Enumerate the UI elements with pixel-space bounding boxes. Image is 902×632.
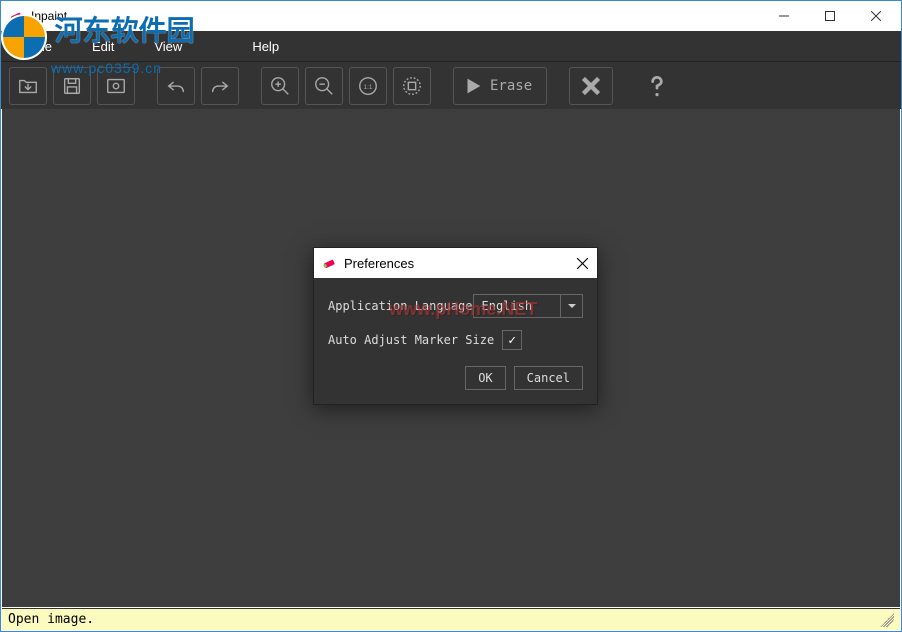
zoom-out-button[interactable] bbox=[305, 67, 343, 105]
help-button[interactable] bbox=[635, 67, 679, 105]
dialog-icon bbox=[322, 255, 338, 271]
cancel-button[interactable]: Cancel bbox=[514, 366, 583, 390]
minimize-button[interactable] bbox=[761, 1, 807, 31]
preferences-dialog: Preferences Application Language English… bbox=[313, 247, 598, 405]
close-button[interactable] bbox=[853, 1, 899, 31]
undo-button[interactable] bbox=[157, 67, 195, 105]
save-button[interactable] bbox=[53, 67, 91, 105]
redo-button[interactable] bbox=[201, 67, 239, 105]
language-value: English bbox=[474, 299, 561, 313]
preview-button[interactable] bbox=[97, 67, 135, 105]
maximize-button[interactable] bbox=[807, 1, 853, 31]
menu-bar: File Edit View Help bbox=[1, 31, 901, 61]
dialog-title: Preferences bbox=[344, 256, 414, 271]
auto-adjust-checkbox[interactable] bbox=[502, 330, 522, 350]
erase-button[interactable]: Erase bbox=[453, 67, 547, 105]
status-bar: Open image. bbox=[2, 608, 900, 630]
zoom-actual-button[interactable]: 1:1 bbox=[349, 67, 387, 105]
language-label: Application Language bbox=[328, 299, 473, 313]
resize-grip-icon[interactable] bbox=[880, 613, 894, 627]
chevron-down-icon bbox=[560, 295, 582, 317]
open-button[interactable] bbox=[9, 67, 47, 105]
language-select[interactable]: English bbox=[473, 294, 584, 318]
app-icon bbox=[9, 8, 25, 24]
erase-label: Erase bbox=[490, 78, 532, 94]
zoom-fit-button[interactable] bbox=[393, 67, 431, 105]
menu-help[interactable]: Help bbox=[232, 31, 299, 61]
menu-edit[interactable]: Edit bbox=[72, 31, 134, 61]
status-message: Open image. bbox=[8, 612, 94, 627]
window-title: Inpaint bbox=[31, 9, 67, 23]
dialog-titlebar: Preferences bbox=[314, 248, 597, 278]
dialog-close-button[interactable] bbox=[567, 248, 597, 278]
toolbar: 1:1 Erase bbox=[1, 61, 901, 109]
auto-adjust-label: Auto Adjust Marker Size bbox=[328, 333, 494, 347]
window-titlebar: Inpaint bbox=[1, 1, 901, 31]
cancel-erase-button[interactable] bbox=[569, 67, 613, 105]
menu-file[interactable]: File bbox=[1, 31, 72, 61]
ok-button[interactable]: OK bbox=[465, 366, 505, 390]
menu-view[interactable]: View bbox=[134, 31, 202, 61]
svg-text:1:1: 1:1 bbox=[364, 83, 373, 90]
zoom-in-button[interactable] bbox=[261, 67, 299, 105]
